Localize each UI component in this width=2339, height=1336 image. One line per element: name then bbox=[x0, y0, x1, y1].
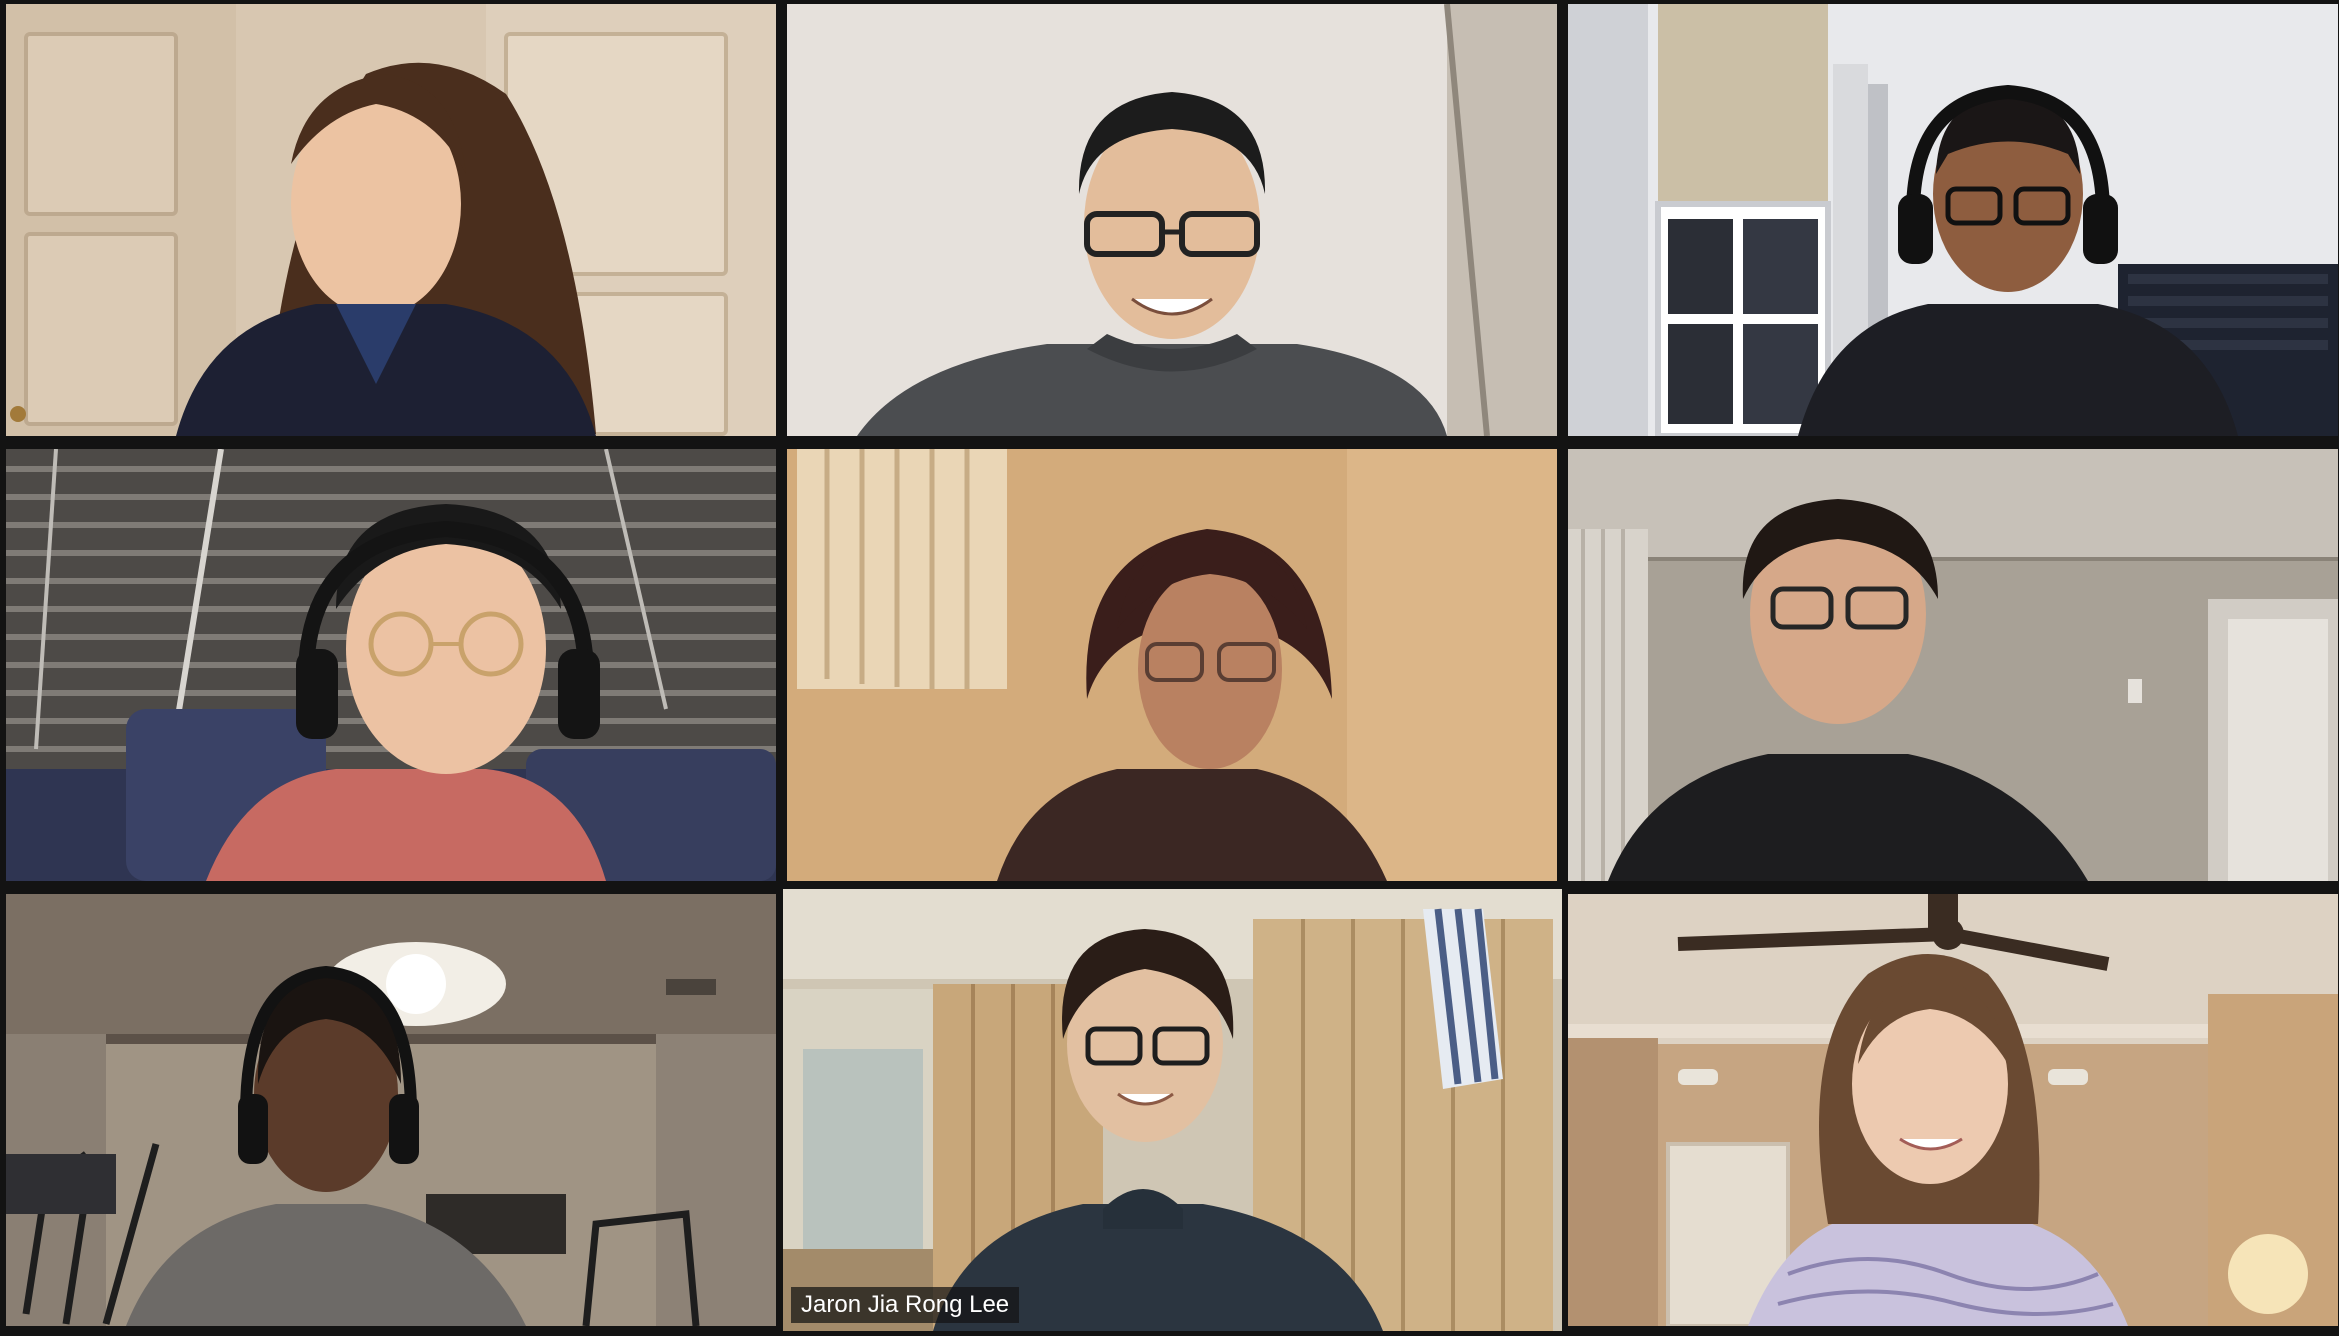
participant-video bbox=[6, 4, 776, 436]
participant-video-tile[interactable] bbox=[1568, 449, 2338, 881]
participant-video bbox=[787, 449, 1557, 881]
participant-video-tile[interactable] bbox=[787, 449, 1557, 881]
participant-video-tile[interactable] bbox=[6, 4, 776, 436]
participant-video bbox=[6, 449, 776, 881]
participant-name-label: Jaron Jia Rong Lee bbox=[791, 1287, 1020, 1323]
participant-video-tile[interactable] bbox=[1568, 894, 2338, 1326]
participant-video bbox=[783, 889, 1562, 1331]
participant-video-tile[interactable] bbox=[6, 449, 776, 881]
video-gallery-grid: Jaron Jia Rong Lee bbox=[0, 0, 2339, 1336]
active-speaker-video-tile[interactable]: Jaron Jia Rong Lee bbox=[783, 889, 1562, 1331]
participant-video-tile[interactable] bbox=[6, 894, 776, 1326]
participant-video bbox=[1568, 449, 2338, 881]
participant-video bbox=[787, 4, 1557, 436]
participant-video bbox=[1568, 4, 2338, 436]
participant-video-tile[interactable] bbox=[787, 4, 1557, 436]
participant-video bbox=[1568, 894, 2338, 1326]
participant-video-tile[interactable] bbox=[1568, 4, 2338, 436]
participant-video bbox=[6, 894, 776, 1326]
